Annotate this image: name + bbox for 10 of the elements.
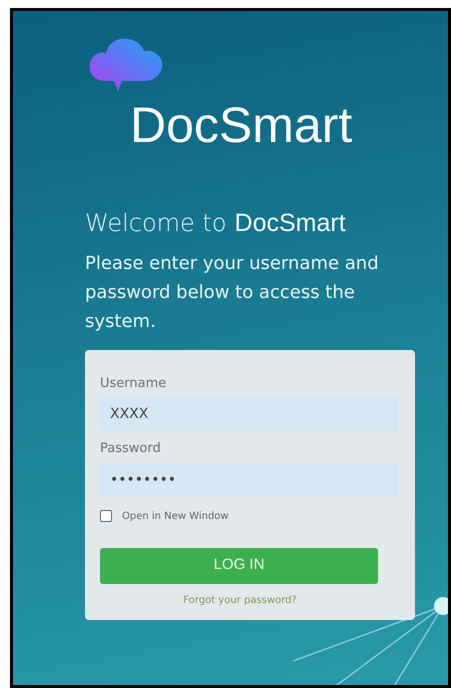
input-field[interactable]: •••••••• [100,462,398,496]
field-label: Username [100,374,168,392]
checkbox-label: Open in New Window [122,510,229,524]
checkbox[interactable] [100,510,112,522]
welcome-brand: DocSmart [234,208,346,239]
welcome-heading: Welcome to [85,208,227,239]
welcome-text: Please enter your username and password below to access the system. [85,252,380,334]
input-field[interactable]: XXXX [100,397,398,431]
field-label: Password [100,440,162,458]
brand-title: DocSmart [130,97,354,153]
